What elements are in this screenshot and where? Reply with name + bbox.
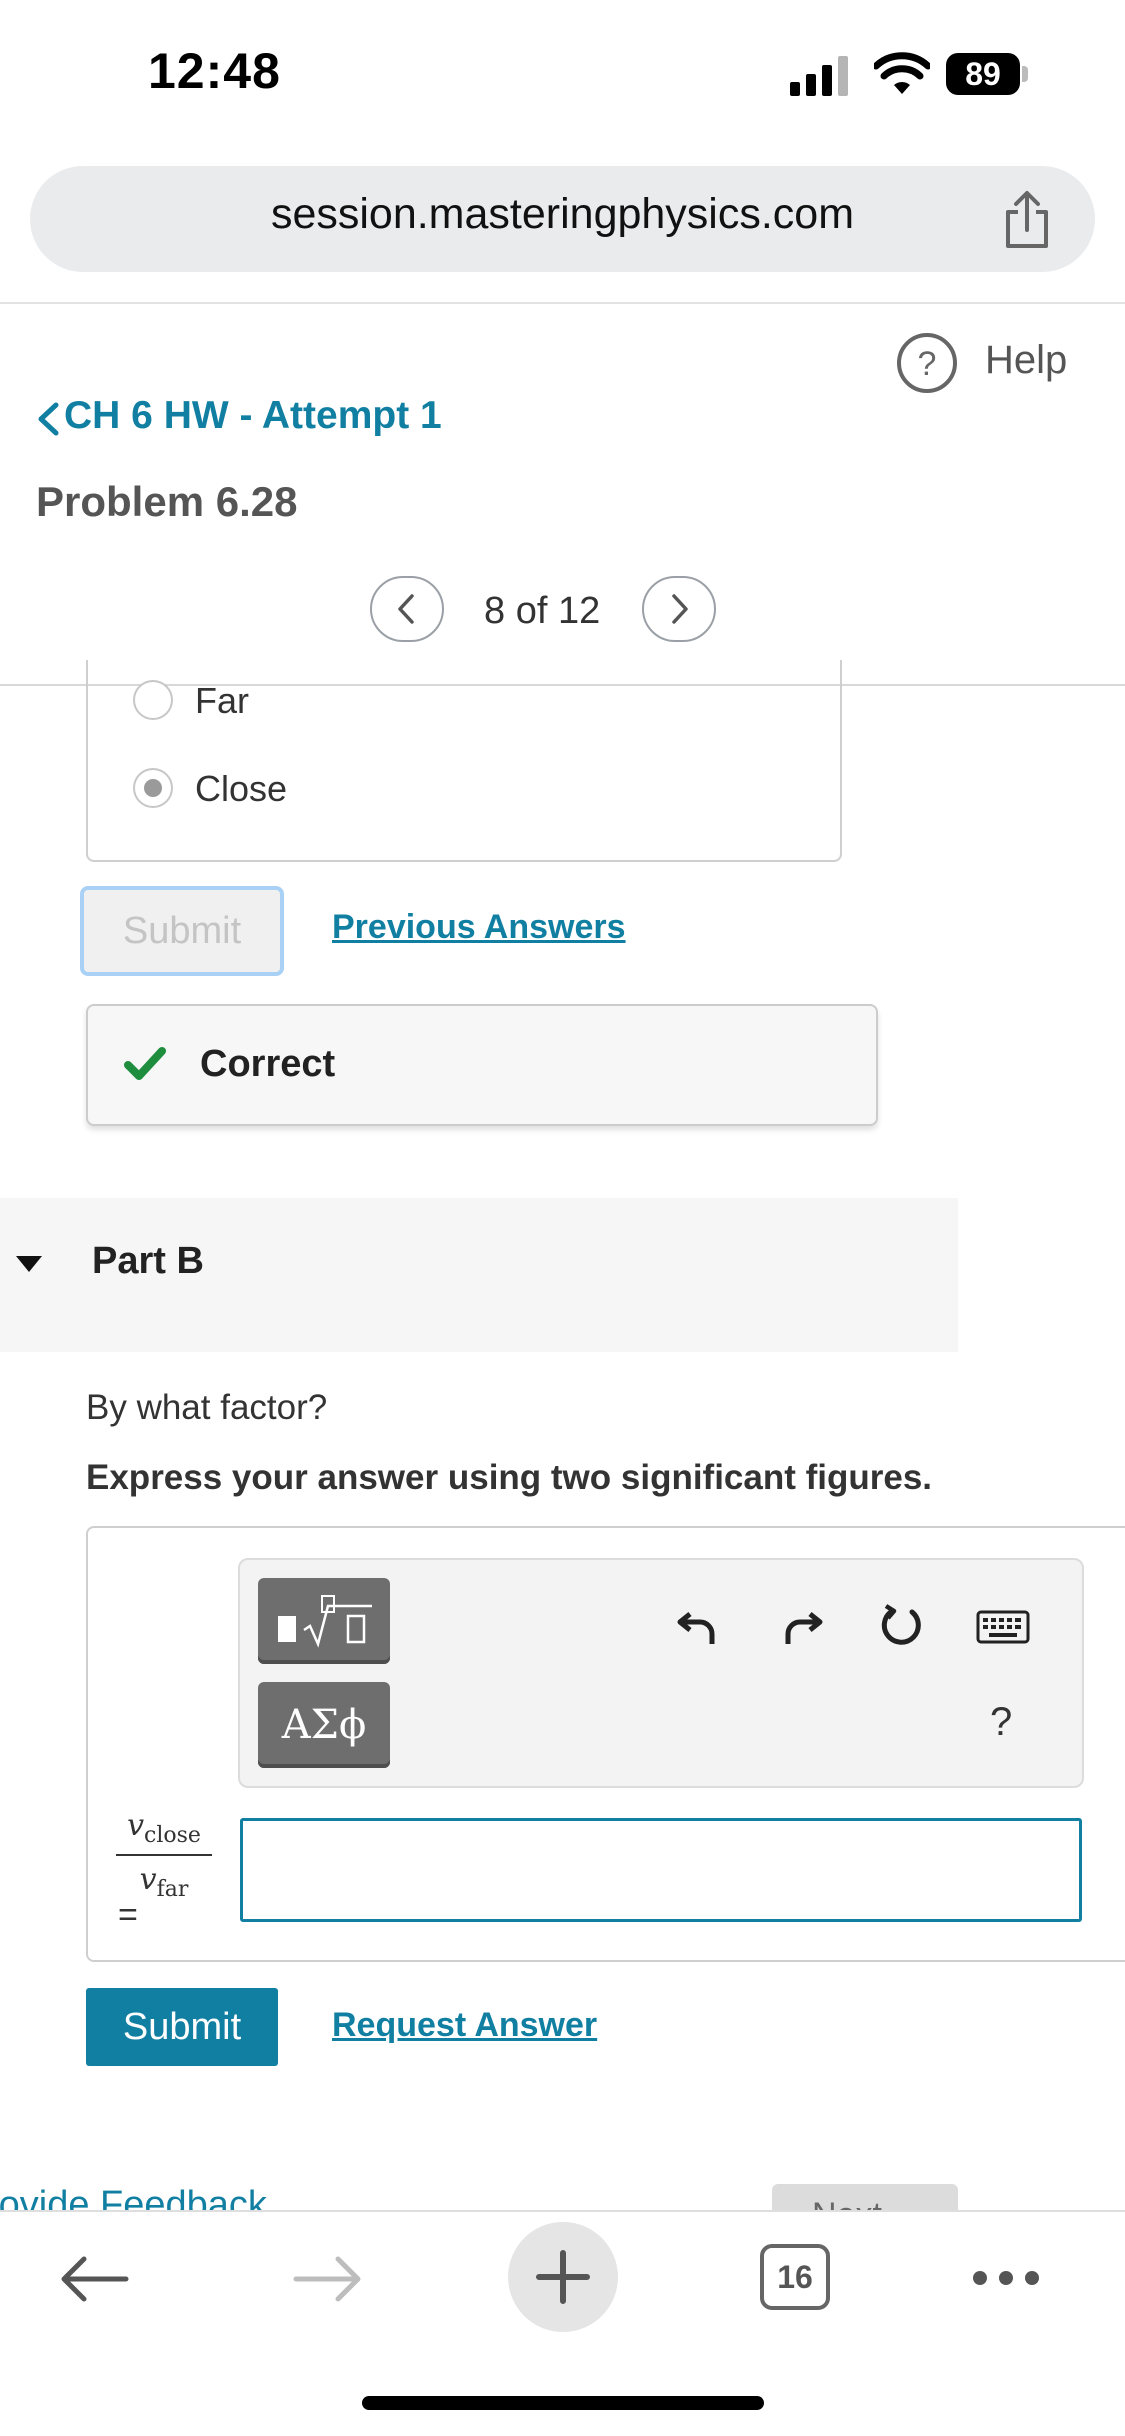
reset-icon[interactable] [878, 1602, 924, 1648]
radio-far[interactable] [133, 680, 173, 720]
undo-icon[interactable] [674, 1602, 720, 1648]
wifi-icon [874, 52, 930, 94]
help-link[interactable]: Help [985, 338, 1067, 383]
back-to-assignment-link[interactable]: CH 6 HW - Attempt 1 [64, 394, 442, 438]
fraction-bar [116, 1854, 212, 1856]
problem-title: Problem 6.28 [36, 478, 298, 525]
header-divider [0, 302, 1125, 304]
math-help-button[interactable]: ? [990, 1700, 1012, 1745]
templates-button[interactable] [258, 1578, 390, 1664]
provide-feedback-link-clipped[interactable]: rovide Feedback [0, 2180, 500, 2210]
greek-symbols-button[interactable]: ΑΣϕ [258, 1682, 390, 1768]
url-text[interactable]: session.masteringphysics.com [0, 190, 1125, 239]
chevron-left-icon [398, 594, 414, 624]
next-problem-button[interactable] [642, 576, 716, 642]
next-button-clipped[interactable]: Next [772, 2184, 958, 2210]
redo-icon[interactable] [780, 1602, 826, 1648]
provide-feedback-text[interactable]: rovide Feedback [0, 2184, 267, 2210]
equals-sign: = [118, 1896, 138, 1934]
status-time: 12:48 [148, 43, 281, 99]
fraction-root-template-icon [278, 1595, 372, 1648]
part-b-submit-button[interactable]: Submit [86, 1988, 278, 2066]
part-a-submit-button[interactable]: Submit [80, 886, 284, 976]
problem-counter: 8 of 12 [484, 590, 601, 632]
question-text: By what factor? [86, 1388, 328, 1427]
help-circle-icon[interactable]: ? [896, 332, 958, 394]
previous-problem-button[interactable] [370, 576, 444, 642]
home-indicator [362, 2396, 764, 2410]
instruction-text: Express your answer using two significan… [86, 1458, 933, 1497]
request-answer-link[interactable]: Request Answer [332, 2006, 597, 2045]
more-dots-icon[interactable] [970, 2268, 1042, 2288]
numerator-subscript: close [144, 1823, 201, 1848]
arrow-left-icon[interactable] [58, 2254, 130, 2304]
battery-indicator: 89 [946, 53, 1020, 95]
numerator-variable: v [127, 1808, 145, 1843]
previous-answers-link[interactable]: Previous Answers [332, 908, 626, 947]
arrow-right-icon[interactable] [292, 2254, 364, 2304]
answer-input[interactable] [240, 1818, 1082, 1922]
denominator-variable: v [139, 1862, 157, 1897]
part-b-title[interactable]: Part B [92, 1240, 204, 1283]
triangle-down-icon[interactable] [14, 1254, 44, 1274]
option-label-far[interactable]: Far [195, 680, 249, 722]
next-button-text[interactable]: Next [812, 2196, 882, 2210]
answer-variable-label: vclose vfar [116, 1808, 212, 1902]
chevron-right-icon [672, 594, 688, 624]
svg-text:?: ? [918, 345, 937, 383]
tabs-button[interactable]: 16 [760, 2244, 830, 2310]
share-icon[interactable] [1002, 190, 1052, 250]
radio-selected-dot [144, 779, 162, 797]
battery-tip [1022, 66, 1028, 82]
denominator-subscript: far [156, 1877, 189, 1902]
option-label-close[interactable]: Close [195, 768, 287, 810]
keyboard-icon[interactable] [976, 1610, 1030, 1644]
correct-label: Correct [200, 1043, 336, 1085]
signal-icon [790, 56, 848, 96]
chevron-left-icon[interactable] [36, 402, 60, 436]
plus-icon [536, 2250, 590, 2304]
checkmark-icon [124, 1047, 166, 1080]
